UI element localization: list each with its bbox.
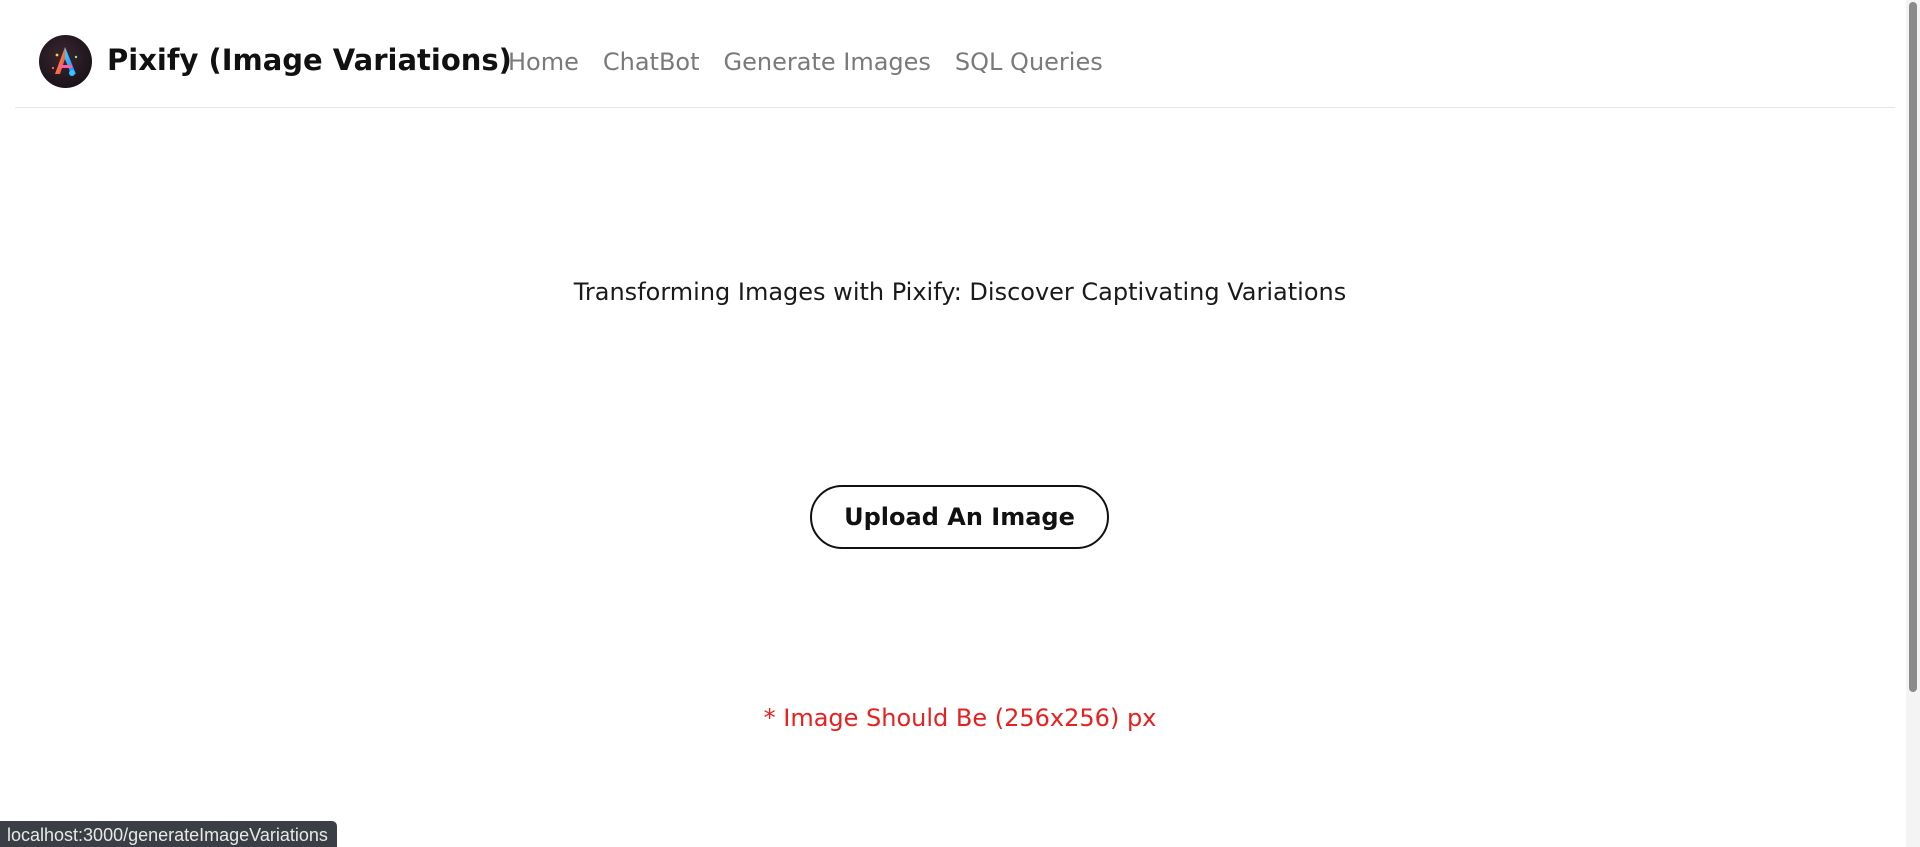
page: Pixify (Image Variations) Home ChatBot G… <box>0 0 1920 847</box>
nav-link-home[interactable]: Home <box>508 48 579 76</box>
logo-graphic <box>51 47 78 76</box>
pixify-logo-icon[interactable] <box>39 35 92 88</box>
brand-title[interactable]: Pixify (Image Variations) <box>107 38 512 82</box>
scrollbar-thumb[interactable] <box>1909 2 1917 692</box>
nav-link-chatbot[interactable]: ChatBot <box>603 48 700 76</box>
page-headline: Transforming Images with Pixify: Discove… <box>573 278 1347 306</box>
status-bar-url: localhost:3000/generateImageVariations <box>0 821 337 847</box>
page-scrollbar[interactable] <box>1906 0 1920 847</box>
nav-link-sql-queries[interactable]: SQL Queries <box>955 48 1103 76</box>
upload-image-button[interactable]: Upload An Image <box>810 485 1109 549</box>
navbar: Pixify (Image Variations) Home ChatBot G… <box>15 0 1895 108</box>
image-size-note: * Image Should Be (256x256) px <box>763 704 1157 732</box>
nav-link-generate-images[interactable]: Generate Images <box>724 48 931 76</box>
nav-links: Home ChatBot Generate Images SQL Queries <box>508 42 1127 82</box>
